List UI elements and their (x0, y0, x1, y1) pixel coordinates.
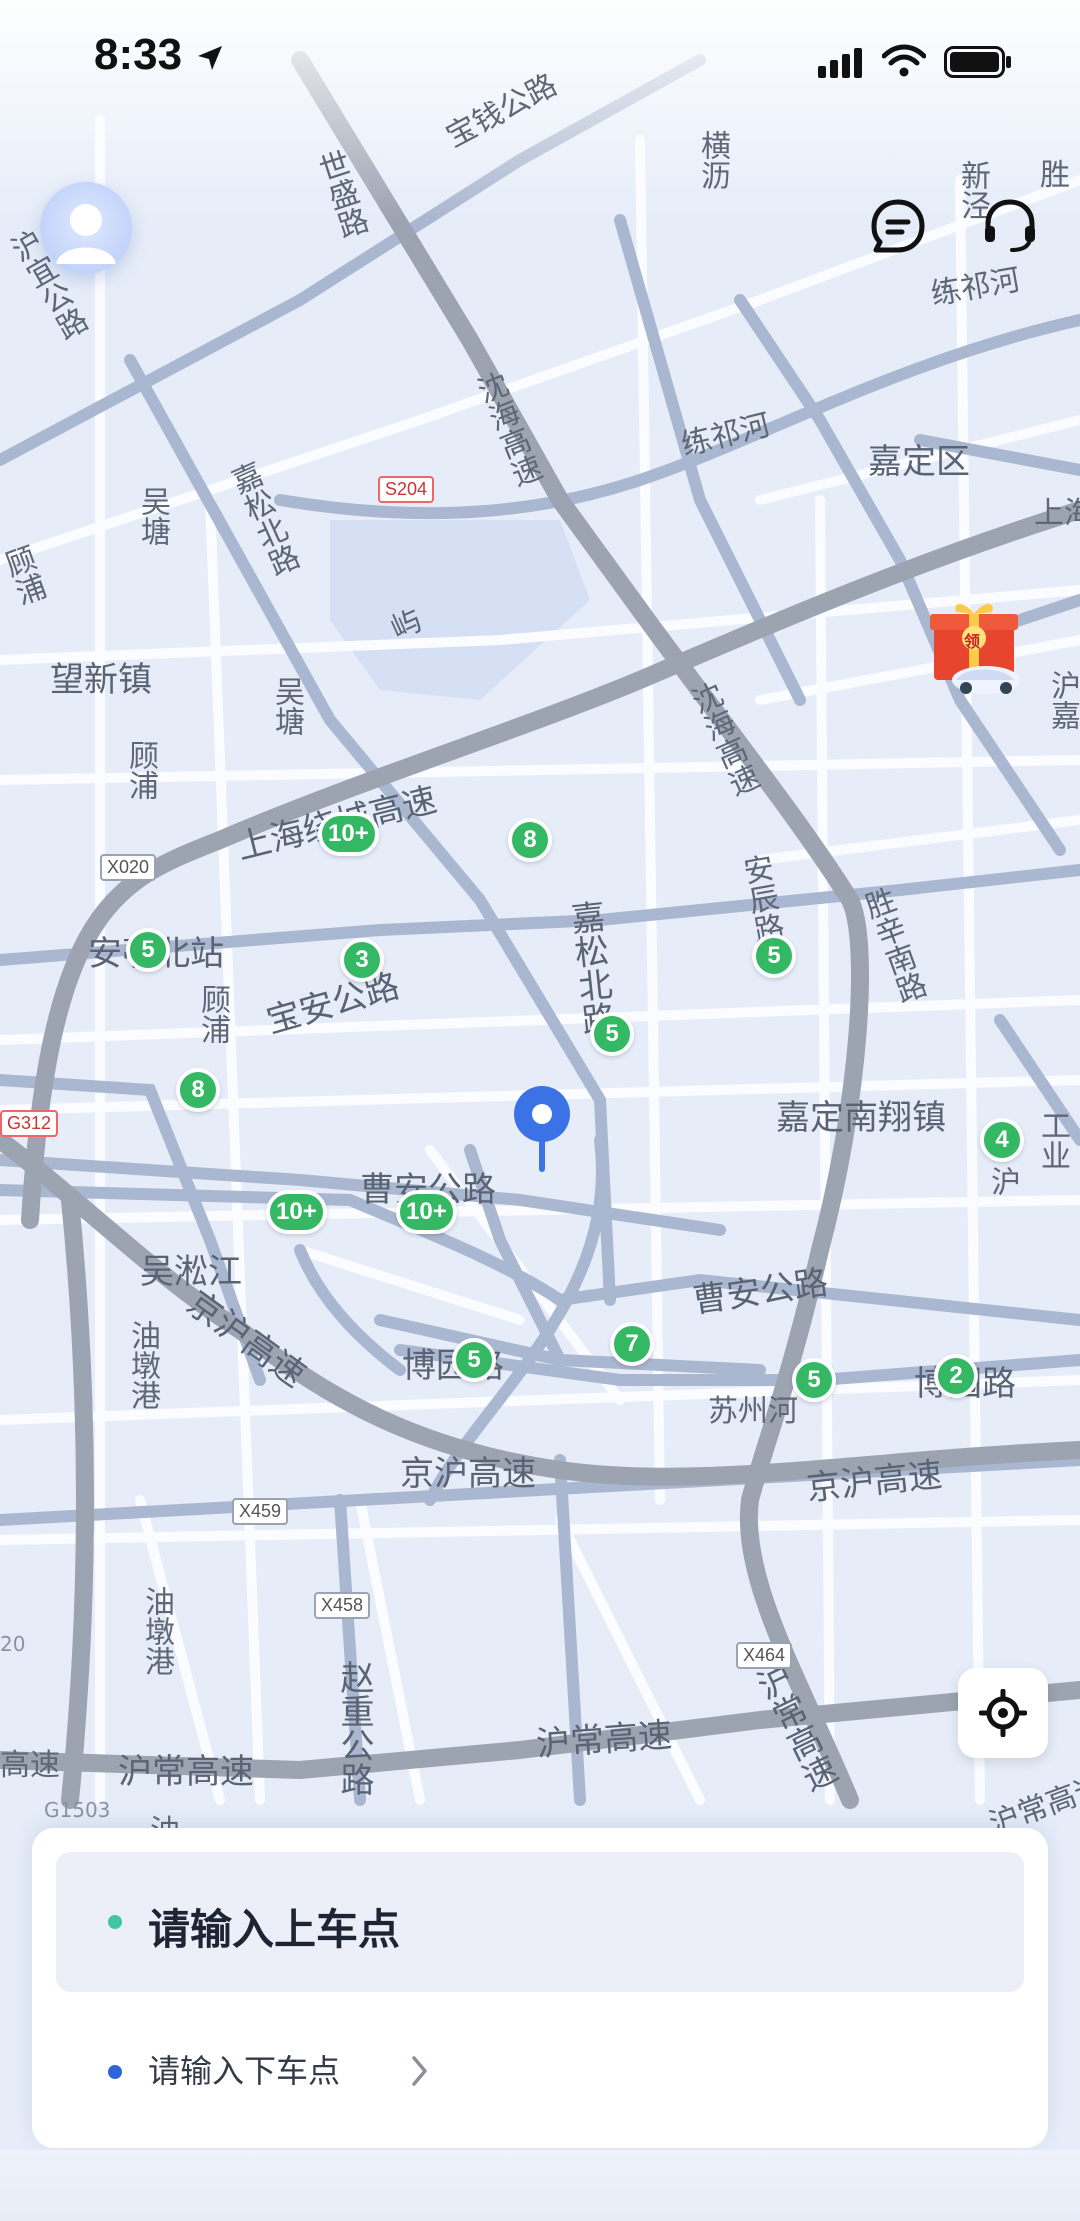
car-count-badge[interactable]: 7 (610, 1322, 654, 1366)
route-label: G1503 (44, 1798, 111, 1822)
wifi-icon (882, 44, 926, 77)
route-shield: X458 (314, 1592, 371, 1619)
dropoff-input[interactable]: 请输入下车点 (56, 2024, 1024, 2124)
car-count-badge[interactable]: 8 (508, 818, 552, 862)
road-label: 横沥 (695, 130, 730, 190)
car-count-badge[interactable]: 2 (934, 1354, 978, 1398)
town-label: 嘉定南翔镇 (776, 1098, 946, 1138)
route-label: 20 (0, 1632, 26, 1656)
district-label: 嘉定区 (868, 442, 970, 482)
road-label: 赵重公路 (334, 1660, 374, 1796)
pickup-input[interactable]: 请输入上车点 (56, 1852, 1024, 1992)
road-label: 胜 (1040, 158, 1070, 193)
promo-gift-icon[interactable]: 领 (924, 596, 1024, 706)
address-panel: 请输入上车点 请输入下车点 (32, 1828, 1048, 2148)
crosshair-icon (979, 1689, 1027, 1737)
locate-me-button[interactable] (958, 1668, 1048, 1758)
signal-icon (818, 48, 862, 78)
car-count-badge[interactable]: 5 (452, 1338, 496, 1382)
highway-label: 沪常高速 (118, 1752, 254, 1792)
river-label: 吴淞江 (140, 1252, 242, 1292)
location-arrow-icon (198, 46, 222, 70)
car-count-badge[interactable]: 3 (340, 938, 384, 982)
dropoff-placeholder: 请输入下车点 (148, 2052, 341, 2090)
road-label: 顾浦 (123, 740, 158, 800)
car-count-badge[interactable]: 5 (126, 928, 170, 972)
gift-label: 领 (964, 632, 981, 651)
highway-label: 高速 (0, 1748, 60, 1783)
car-count-badge[interactable]: 10+ (396, 1190, 457, 1234)
route-shield: G312 (0, 1110, 59, 1137)
message-icon[interactable] (868, 196, 928, 256)
pickup-dot-icon (108, 1915, 122, 1929)
town-label: 望新镇 (50, 660, 152, 700)
river-label: 油墩港 (139, 1586, 174, 1676)
dropoff-dot-icon (108, 2065, 122, 2079)
road-label: 顾浦 (195, 984, 230, 1044)
bottom-safe-area (0, 2150, 1080, 2221)
road-label: 吴塘 (269, 676, 304, 736)
road-label: 上海 (1034, 496, 1080, 531)
customer-service-icon[interactable] (980, 196, 1040, 256)
status-bar: 8:33 (0, 0, 1080, 120)
route-shield: X020 (100, 854, 157, 881)
user-avatar[interactable] (40, 182, 132, 274)
river-label: 苏州河 (708, 1394, 798, 1429)
car-count-badge[interactable]: 8 (176, 1068, 220, 1112)
road-label: 沪 (985, 1166, 1020, 1196)
status-time: 8:33 (94, 30, 183, 79)
battery-icon (944, 46, 1011, 78)
road-label: 工业 (1035, 1110, 1070, 1170)
car-count-badge[interactable]: 5 (590, 1012, 634, 1056)
road-label: 吴塘 (135, 486, 170, 546)
pickup-placeholder: 请输入上车点 (148, 1905, 401, 1954)
river-label: 油墩港 (125, 1320, 160, 1410)
road-label: 沪嘉 (1045, 670, 1080, 730)
user-icon (56, 204, 116, 264)
car-count-badge[interactable]: 5 (792, 1358, 836, 1402)
car-count-badge[interactable]: 4 (980, 1118, 1024, 1162)
highway-label: 沪常高速 (535, 1715, 674, 1765)
route-shield: X459 (232, 1498, 289, 1525)
route-shield: S204 (378, 476, 435, 503)
car-count-badge[interactable]: 5 (752, 934, 796, 978)
highway-label: 京沪高速 (400, 1454, 536, 1494)
location-pin-icon (514, 1086, 570, 1172)
chevron-right-icon (412, 2056, 427, 2086)
route-shield: X464 (736, 1642, 793, 1669)
car-count-badge[interactable]: 10+ (266, 1190, 327, 1234)
car-count-badge[interactable]: 10+ (318, 812, 379, 856)
